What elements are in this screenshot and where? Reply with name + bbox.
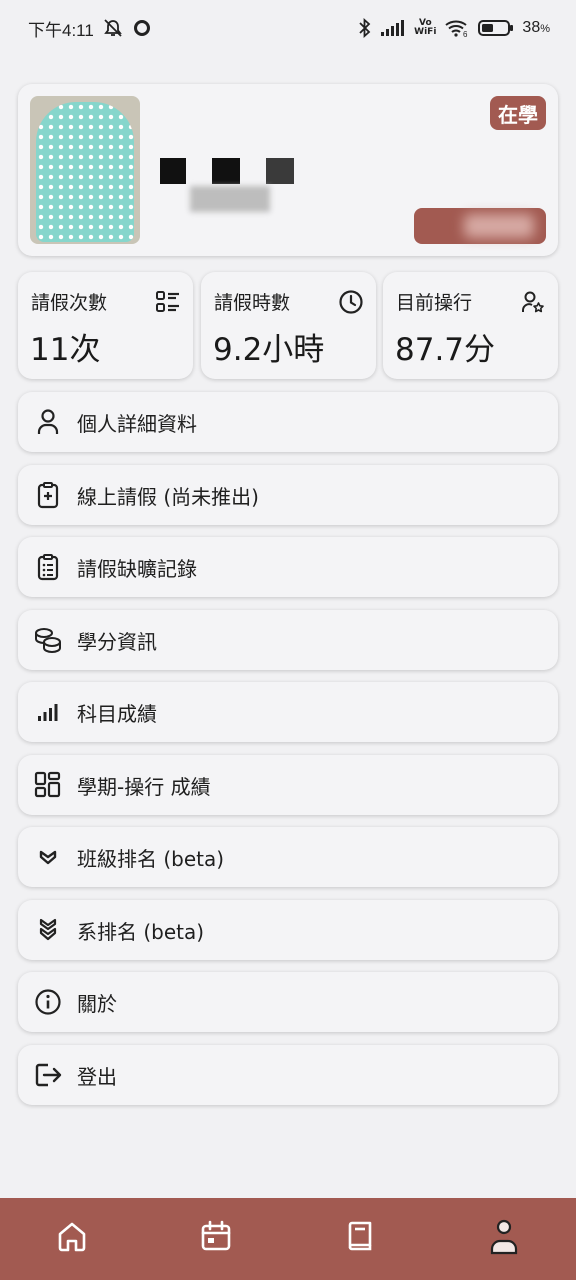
menu-label: 線上請假 (尚未推出) <box>77 484 259 509</box>
menu-item-personal-details[interactable]: 個人詳細資料 <box>18 392 558 452</box>
menu-item-semester-conduct-grades[interactable]: 學期-操行 成績 <box>18 755 558 815</box>
status-badge: 在學 <box>490 96 546 130</box>
menu-label: 系排名 (beta) <box>77 919 205 944</box>
stat-value: 87.7分 <box>395 332 496 368</box>
menu-label: 學期-操行 成績 <box>77 774 211 799</box>
stat-label: 請假時數 <box>214 292 291 314</box>
coins-icon <box>33 625 63 655</box>
chevron-badge-icon <box>33 842 63 872</box>
battery-icon <box>478 19 514 37</box>
clock-icon <box>338 289 364 315</box>
wifi-icon: 6 <box>444 18 470 38</box>
menu-label: 請假缺曠記錄 <box>77 556 197 581</box>
student-name-redacted <box>160 158 300 218</box>
status-time: 下午4:11 <box>28 20 94 40</box>
grid-icon <box>33 770 63 800</box>
svg-text:6: 6 <box>463 30 468 38</box>
record-circle-icon <box>132 18 152 38</box>
menu-label: 個人詳細資料 <box>77 411 197 436</box>
signal-icon <box>380 19 406 37</box>
menu-label: 學分資訊 <box>77 629 157 654</box>
home-icon[interactable] <box>42 1206 102 1266</box>
menu-label: 登出 <box>77 1064 117 1089</box>
info-icon <box>33 987 63 1017</box>
bottom-navigation <box>0 1198 576 1280</box>
stat-label: 目前操行 <box>396 292 473 314</box>
clipboard-list-icon <box>33 552 63 582</box>
stat-card-leave-count[interactable]: 請假次數 11次 <box>18 272 193 379</box>
menu-item-department-ranking[interactable]: 系排名 (beta) <box>18 900 558 960</box>
avatar <box>30 96 140 244</box>
stat-card-leave-hours[interactable]: 請假時數 9.2小時 <box>201 272 376 379</box>
calendar-icon[interactable] <box>186 1206 246 1266</box>
user-star-icon <box>520 289 546 315</box>
list-icon <box>155 289 181 315</box>
profile-card: 在學 <box>18 84 558 256</box>
menu-item-logout[interactable]: 登出 <box>18 1045 558 1105</box>
stat-card-conduct-score[interactable]: 目前操行 87.7分 <box>383 272 558 379</box>
profile-icon[interactable] <box>474 1206 534 1266</box>
bluetooth-icon <box>358 17 372 39</box>
menu-item-online-leave[interactable]: 線上請假 (尚未推出) <box>18 465 558 525</box>
menu-item-leave-records[interactable]: 請假缺曠記錄 <box>18 537 558 597</box>
stat-value: 11次 <box>30 332 101 368</box>
battery-percent: 38% <box>522 19 550 36</box>
clipboard-plus-icon <box>33 480 63 510</box>
stat-value: 9.2小時 <box>213 332 325 368</box>
vowifi-indicator: Vo WiFi <box>414 18 437 37</box>
status-bar: 下午4:11 Vo WiFi 6 38% <box>0 0 576 56</box>
menu-item-credits[interactable]: 學分資訊 <box>18 610 558 670</box>
stat-label: 請假次數 <box>31 292 108 314</box>
menu-label: 科目成績 <box>77 701 157 726</box>
menu-item-about[interactable]: 關於 <box>18 972 558 1032</box>
book-icon[interactable] <box>330 1206 390 1266</box>
student-id-badge-redacted <box>414 208 546 244</box>
menu-label: 班級排名 (beta) <box>77 846 225 871</box>
logout-icon <box>33 1060 63 1090</box>
menu-item-subject-grades[interactable]: 科目成績 <box>18 682 558 742</box>
menu-item-class-ranking[interactable]: 班級排名 (beta) <box>18 827 558 887</box>
menu-label: 關於 <box>77 991 117 1016</box>
mute-bell-icon <box>102 18 124 38</box>
signal-bars-icon <box>33 697 63 727</box>
person-icon <box>33 407 63 437</box>
double-chevron-icon <box>33 915 63 945</box>
